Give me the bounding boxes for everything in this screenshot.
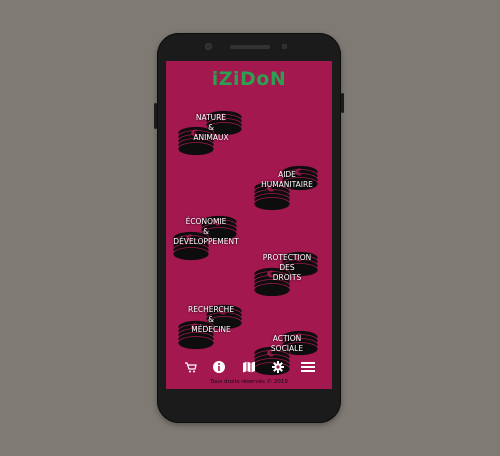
category-recherche-medecine[interactable]: € € RECHERCHE & MÉDECINE xyxy=(176,297,246,353)
sensor-icon xyxy=(282,44,287,49)
volume-button xyxy=(154,103,157,129)
category-label: PROTECTION DES DROITS xyxy=(262,253,312,282)
front-camera-icon xyxy=(205,43,212,50)
app-title: iZiDoN xyxy=(211,68,287,90)
category-label: NATURE & ANIMAUX xyxy=(193,113,229,142)
earpiece-speaker xyxy=(230,45,270,49)
category-label: RECHERCHE & MÉDECINE xyxy=(187,305,235,334)
category-nature-animaux[interactable]: € € NATURE & ANIMAUX xyxy=(176,103,246,159)
power-button xyxy=(341,93,344,113)
category-label: ÉCONOMIE & DÉVELOPPEMENT xyxy=(173,217,239,246)
cart-icon[interactable] xyxy=(184,359,198,373)
phone-frame: iZiDoN € € NATURE & ANIMAUX € € AIDE HUMANITA… xyxy=(154,33,344,423)
map-icon[interactable] xyxy=(242,359,256,373)
category-protection-droits[interactable]: € € PROTECTION DES DROITS xyxy=(252,244,322,300)
settings-icon[interactable] xyxy=(271,359,285,373)
category-aide-humanitaire[interactable]: € € AIDE HUMANITAIRE xyxy=(252,158,322,214)
category-economie-developpement[interactable]: € € ÉCONOMIE & DÉVELOPPEMENT xyxy=(171,208,241,264)
app-screen: iZiDoN € € NATURE & ANIMAUX € € AIDE HUMANITA… xyxy=(166,61,332,389)
category-label: AIDE HUMANITAIRE xyxy=(261,170,313,189)
category-label: ACTION SOCIALE xyxy=(270,334,304,353)
info-icon[interactable] xyxy=(212,359,226,373)
bottom-navbar xyxy=(166,357,332,375)
menu-icon[interactable] xyxy=(300,359,316,373)
copyright-text: Tous droits réservés © 2019 xyxy=(210,379,288,385)
